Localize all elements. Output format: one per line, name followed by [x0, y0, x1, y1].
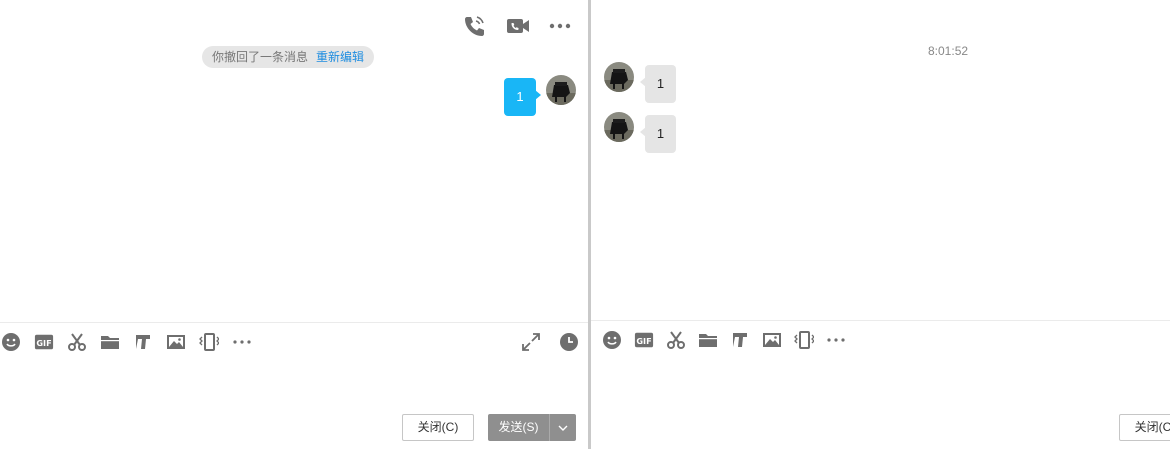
input-toolbar: GIF	[601, 329, 847, 351]
input-toolbar-right	[520, 331, 580, 353]
folder-icon[interactable]	[697, 329, 719, 351]
outgoing-message-bubble[interactable]: 1	[504, 78, 541, 116]
image-icon[interactable]	[761, 329, 783, 351]
gif-icon[interactable]: GIF	[33, 331, 55, 353]
send-button[interactable]: 发送(S)	[488, 414, 576, 441]
gif-label: GIF	[36, 338, 51, 348]
send-button-label: 发送(S)	[488, 414, 550, 441]
input-separator	[591, 320, 1170, 321]
scissors-icon[interactable]	[66, 331, 88, 353]
doc-icon[interactable]	[729, 329, 751, 351]
doc-icon[interactable]	[132, 331, 154, 353]
avatar[interactable]	[546, 75, 576, 105]
close-button[interactable]: 关闭(C)	[402, 414, 474, 441]
emoji-icon[interactable]	[601, 329, 623, 351]
message-timestamp: 8:01:52	[928, 44, 969, 58]
clock-icon[interactable]	[558, 331, 580, 353]
recall-notice-text: 你撤回了一条消息	[212, 50, 309, 64]
re-edit-link[interactable]: 重新编辑	[316, 50, 364, 64]
gif-label: GIF	[636, 336, 651, 346]
folder-icon[interactable]	[99, 331, 121, 353]
more-icon[interactable]	[546, 12, 574, 40]
chevron-down-icon[interactable]	[550, 414, 576, 441]
chat-window-left: 你撤回了一条消息 重新编辑 1 GIF 关闭(C) 发送(S)	[0, 0, 588, 449]
chat-window-right: 8:01:52 1 1 GIF 关闭(	[591, 0, 1170, 449]
avatar[interactable]	[604, 112, 634, 142]
message-text: 1	[656, 76, 665, 91]
recall-notice: 你撤回了一条消息 重新编辑	[202, 46, 375, 68]
incoming-message-bubble[interactable]: 1	[640, 65, 676, 103]
input-toolbar: GIF	[0, 331, 253, 353]
gif-icon[interactable]: GIF	[633, 329, 655, 351]
emoji-icon[interactable]	[0, 331, 22, 353]
scissors-icon[interactable]	[665, 329, 687, 351]
shake-icon[interactable]	[793, 329, 815, 351]
image-icon[interactable]	[165, 331, 187, 353]
avatar[interactable]	[604, 62, 634, 92]
shake-icon[interactable]	[198, 331, 220, 353]
more-dots-icon[interactable]	[231, 331, 253, 353]
close-button[interactable]: 关闭(C)	[1119, 414, 1170, 441]
more-dots-icon[interactable]	[825, 329, 847, 351]
input-separator	[0, 322, 588, 323]
message-text: 1	[656, 126, 665, 141]
video-call-icon[interactable]	[504, 12, 532, 40]
message-text: 1	[516, 89, 524, 104]
phone-icon[interactable]	[460, 12, 488, 40]
incoming-message-bubble[interactable]: 1	[640, 115, 676, 153]
expand-icon[interactable]	[520, 331, 542, 353]
